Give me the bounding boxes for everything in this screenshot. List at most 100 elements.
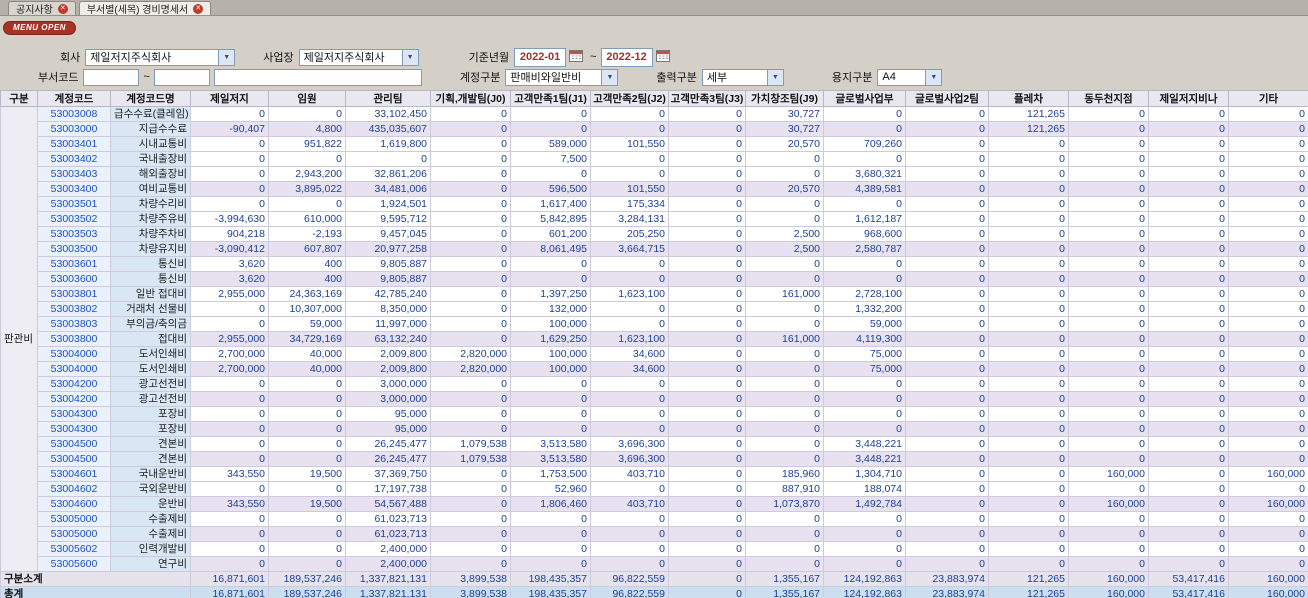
table-row[interactable]: 53004600 운반비 343,550 19,500 54,567,488 0 1,806… — [1, 496, 1308, 512]
table-row[interactable]: 53004000 도서인쇄비 2,700,000 40,000 2,009,800 2,8… — [1, 346, 1308, 362]
table-row[interactable]: 53003500 차량유지비 -3,090,412 607,807 20,977,258… — [1, 241, 1308, 257]
amount-cell: 0 — [430, 271, 511, 287]
table-row[interactable]: 53004602 국외운반비 0 0 17,197,738 0 52,960 0 0 887,91… — [1, 481, 1308, 497]
amount-cell: 403,710 — [590, 496, 669, 512]
amount-cell: 0 — [1148, 211, 1229, 227]
table-row[interactable]: 53003601 통신비 3,620 400 9,805,887 0 0 0 0 0 0 0 0 0 0 0 — [1, 256, 1308, 272]
dept-code-from-input[interactable] — [83, 68, 140, 86]
amount-cell: 0 — [1228, 151, 1308, 167]
calendar-icon[interactable] — [655, 49, 670, 65]
paper-type-select[interactable]: A4 ▼ — [877, 68, 943, 86]
table-row[interactable]: 판관비 53003008 급수수료(클레임) 0 0 33,102,450 0 0 0 0 30,7… — [0, 106, 1308, 572]
table-row[interactable]: 53003403 해외출장비 0 2,943,200 32,861,206 0 0 0 0 0 3,… — [1, 166, 1308, 182]
amount-cell: 403,710 — [590, 466, 669, 482]
table-row[interactable]: 53003802 거래처 선물비 0 10,307,000 8,350,000 0 132,… — [1, 301, 1308, 317]
amount-cell: 1,619,800 — [345, 136, 431, 152]
output-type-select-value: 세부 — [706, 72, 728, 84]
amount-cell: 0 — [1148, 511, 1229, 527]
chevron-down-icon[interactable]: ▼ — [401, 49, 418, 65]
amount-cell: 0 — [745, 406, 824, 422]
amount-cell: 42,785,240 — [345, 286, 431, 302]
amount-cell: 951,822 — [268, 136, 346, 152]
menu-open-button[interactable]: MENU OPEN — [3, 21, 76, 35]
amount-cell: 0 — [430, 406, 511, 422]
table-row[interactable]: 53003800 접대비 2,955,000 34,729,169 63,132,240… — [1, 331, 1308, 347]
table-row[interactable]: 53003801 일반 접대비 2,955,000 24,363,169 42,785,… — [1, 286, 1308, 302]
amount-cell: 0 — [1148, 301, 1229, 317]
amount-cell: 0 — [1068, 271, 1149, 287]
period-to-input[interactable] — [600, 47, 653, 67]
table-row[interactable]: 53004300 포장비 0 0 95,000 0 0 0 0 0 0 0 0 0 0 0 — [1, 421, 1308, 437]
table-row[interactable]: 53004300 포장비 0 0 95,000 0 0 0 0 0 0 0 0 0 0 0 — [1, 406, 1308, 422]
table-row[interactable]: 53003502 차량주유비 -3,994,630 610,000 9,595,712 0… — [1, 211, 1308, 227]
table-row[interactable]: 53003503 차량주차비 904,218 -2,193 9,457,045 0 601,… — [1, 226, 1308, 242]
table-row[interactable]: 53004500 견본비 0 0 26,245,477 1,079,538 3,513,58… — [1, 436, 1308, 452]
table-row[interactable]: 53003000 지급수수료 -90,407 4,800 435,035,607 0 0 0 0… — [1, 121, 1308, 137]
tab-notice[interactable]: 공지사항 ✕ — [8, 1, 76, 16]
dept-name-input[interactable] — [213, 68, 422, 86]
table-row[interactable]: 53003501 차량수리비 0 0 1,924,501 0 1,617,400 175,33… — [1, 196, 1308, 212]
amount-cell: 0 — [1148, 451, 1229, 467]
table-row[interactable]: 53004500 견본비 0 0 26,245,477 1,079,538 3,513,58… — [1, 451, 1308, 467]
amount-cell: 2,400,000 — [345, 541, 431, 557]
site-select[interactable]: 제일저지주식회사 ▼ — [298, 48, 419, 66]
dept-code-label: 부서코드 — [38, 72, 79, 84]
table-row[interactable]: 53005000 수출제비 0 0 61,023,713 0 0 0 0 0 0 0 0 0 0 0 — [1, 526, 1308, 542]
account-type-select[interactable]: 판매비와일반비 ▼ — [505, 68, 619, 86]
tab-close-icon[interactable]: ✕ — [193, 3, 204, 14]
amount-cell: 0 — [668, 376, 746, 392]
tab-notice-label: 공지사항 — [16, 5, 53, 16]
table-row[interactable]: 53005600 연구비 0 0 2,400,000 0 0 0 0 0 0 0 0 0 0 0 — [1, 556, 1308, 572]
output-type-select[interactable]: 세부 ▼ — [701, 68, 784, 86]
tab-close-icon[interactable]: ✕ — [57, 3, 68, 14]
account-code-cell: 53003008 — [37, 106, 111, 122]
table-row[interactable]: 53003803 부의금/축의금 0 59,000 11,997,000 0 100,000… — [1, 316, 1308, 332]
period-from-input[interactable] — [514, 47, 567, 67]
amount-cell: 0 — [905, 196, 989, 212]
calendar-icon[interactable] — [569, 49, 584, 65]
amount-cell: 0 — [268, 541, 346, 557]
chevron-down-icon[interactable]: ▼ — [925, 69, 942, 85]
table-row[interactable]: 53004000 도서인쇄비 2,700,000 40,000 2,009,800 2,8… — [1, 361, 1308, 377]
tab-expense-report[interactable]: 부서별(세목) 경비명세서 ✕ — [78, 1, 212, 16]
amount-cell: 968,600 — [823, 226, 906, 242]
amount-cell: 37,369,750 — [345, 466, 431, 482]
amount-cell: 0 — [1068, 181, 1149, 197]
amount-cell: 0 — [1068, 391, 1149, 407]
table-row[interactable]: 53003402 국내출장비 0 0 0 0 7,500 0 0 0 0 0 0 0 0 0 — [1, 151, 1308, 167]
table-row[interactable]: 53004200 광고선전비 0 0 3,000,000 0 0 0 0 0 0 0 0 0 0 0 — [1, 391, 1308, 407]
table-row[interactable]: 53003400 여비교통비 0 3,895,022 34,481,006 0 596,50… — [1, 181, 1308, 197]
amount-cell: 0 — [510, 406, 591, 422]
amount-cell: 0 — [510, 391, 591, 407]
amount-cell: 2,820,000 — [430, 361, 511, 377]
amount-cell: 0 — [510, 556, 591, 572]
amount-cell: 0 — [905, 541, 989, 557]
amount-cell: 0 — [430, 211, 511, 227]
chevron-down-icon[interactable]: ▼ — [218, 49, 235, 65]
table-row[interactable]: 53005000 수출제비 0 0 61,023,713 0 0 0 0 0 0 0 0 0 0 0 — [1, 511, 1308, 527]
table-row[interactable]: 53003600 통신비 3,620 400 9,805,887 0 0 0 0 0 0 0 0 0 0 0 — [1, 271, 1308, 287]
filter-panel: 회사 제일저지주식회사 ▼ 사업장 제일저지주식회사 ▼ 기준년월 ~ 부서코드… — [0, 47, 1308, 90]
amount-cell: 0 — [190, 541, 269, 557]
dept-code-to-input[interactable] — [153, 68, 210, 86]
amount-cell: 0 — [1148, 181, 1229, 197]
amount-cell: 0 — [988, 451, 1069, 467]
amount-cell: 0 — [905, 556, 989, 572]
amount-cell: 1,612,187 — [823, 211, 906, 227]
table-row[interactable]: 53004200 광고선전비 0 0 3,000,000 0 0 0 0 0 0 0 0 0 0 0 — [1, 376, 1308, 392]
amount-cell: 11,997,000 — [345, 316, 431, 332]
table-row[interactable]: 53005602 인력개발비 0 0 2,400,000 0 0 0 0 0 0 0 0 0 0 0 — [1, 541, 1308, 557]
amount-cell: 0 — [590, 526, 669, 542]
column-header: 동두천지점 — [1068, 90, 1149, 107]
chevron-down-icon[interactable]: ▼ — [601, 69, 618, 85]
amount-cell: 0 — [823, 526, 906, 542]
company-select[interactable]: 제일저지주식회사 ▼ — [85, 48, 236, 66]
table-row[interactable]: 53004601 국내운반비 343,550 19,500 37,369,750 0 1,7… — [1, 466, 1308, 482]
amount-cell: 0 — [1228, 421, 1308, 437]
amount-cell: 0 — [988, 556, 1069, 572]
chevron-down-icon[interactable]: ▼ — [766, 69, 783, 85]
amount-cell: 0 — [1228, 436, 1308, 452]
amount-cell: 0 — [823, 271, 906, 287]
table-row[interactable]: 53003401 시내교통비 0 951,822 1,619,800 0 589,000 10… — [1, 136, 1308, 152]
amount-cell: 0 — [268, 421, 346, 437]
